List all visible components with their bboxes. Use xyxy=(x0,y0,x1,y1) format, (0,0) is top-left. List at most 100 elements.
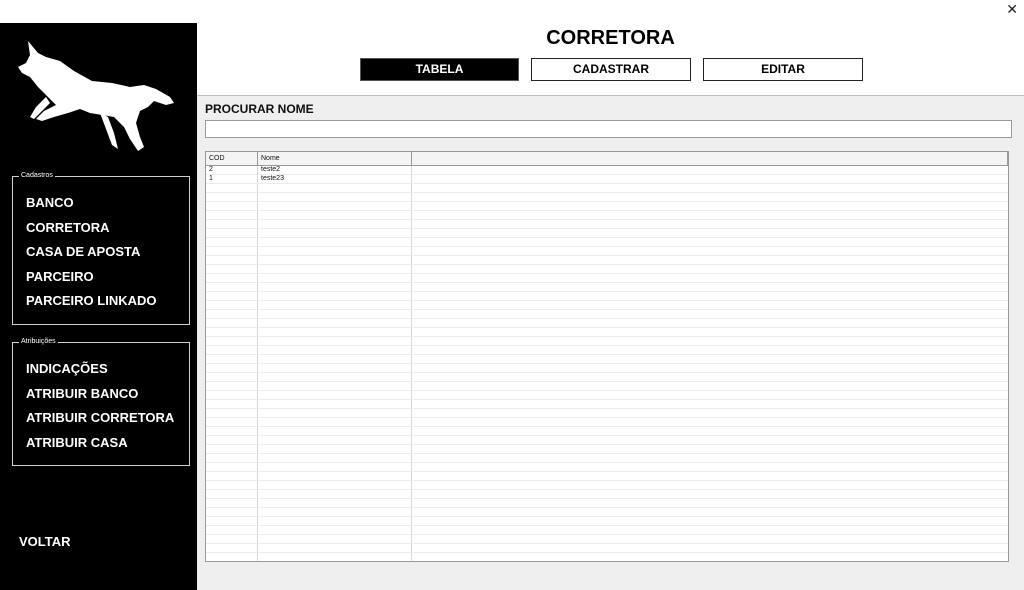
close-icon[interactable]: ✕ xyxy=(1006,2,1018,18)
cell-cod xyxy=(206,328,258,336)
cell-nome: teste2 xyxy=(258,166,412,174)
cell-nome xyxy=(258,508,412,516)
tab-cadastrar[interactable]: CADASTRAR xyxy=(531,58,691,81)
voltar-button[interactable]: VOLTAR xyxy=(19,534,71,549)
cell-filler xyxy=(412,382,1008,390)
cell-filler xyxy=(412,391,1008,399)
grid-body: 2 teste2 1 teste23 xyxy=(206,166,1008,561)
cell-filler xyxy=(412,418,1008,426)
sidebar-item-atribuir-corretora[interactable]: ATRIBUIR CORRETORA xyxy=(26,410,174,425)
cell-cod xyxy=(206,238,258,246)
cell-cod: 1 xyxy=(206,175,258,183)
cell-filler xyxy=(412,229,1008,237)
table-row-empty xyxy=(206,211,1008,220)
cell-nome xyxy=(258,301,412,309)
column-header-cod[interactable]: COD xyxy=(206,152,258,165)
sidebar-item-banco[interactable]: BANCO xyxy=(26,195,74,210)
table-row-empty xyxy=(206,184,1008,193)
cell-nome xyxy=(258,202,412,210)
cell-nome xyxy=(258,481,412,489)
fox-logo-icon xyxy=(18,41,174,151)
cell-filler xyxy=(412,409,1008,417)
table-row-empty xyxy=(206,265,1008,274)
table-row-empty xyxy=(206,373,1008,382)
cadastros-legend: Cadastros xyxy=(19,171,55,181)
cell-filler xyxy=(412,364,1008,372)
table-row-empty xyxy=(206,445,1008,454)
cell-cod xyxy=(206,418,258,426)
cell-nome xyxy=(258,373,412,381)
cell-cod xyxy=(206,202,258,210)
column-header-nome[interactable]: Nome xyxy=(258,152,412,165)
cell-filler xyxy=(412,373,1008,381)
table-row-empty xyxy=(206,400,1008,409)
cell-filler xyxy=(412,292,1008,300)
cell-nome xyxy=(258,382,412,390)
table-row-empty xyxy=(206,238,1008,247)
atribuicoes-legend: Atribuições xyxy=(19,337,58,347)
cell-nome xyxy=(258,328,412,336)
cell-cod xyxy=(206,517,258,525)
cell-nome xyxy=(258,355,412,363)
cell-filler xyxy=(412,310,1008,318)
table-row-empty xyxy=(206,301,1008,310)
cell-cod xyxy=(206,193,258,201)
cell-cod xyxy=(206,292,258,300)
sidebar-item-casa-de-aposta[interactable]: CASA DE APOSTA xyxy=(26,244,140,259)
cell-nome xyxy=(258,238,412,246)
sidebar-item-parceiro-linkado[interactable]: PARCEIRO LINKADO xyxy=(26,293,156,308)
search-label: PROCURAR NOME xyxy=(205,102,314,116)
table-row-empty xyxy=(206,517,1008,526)
table-row-empty xyxy=(206,490,1008,499)
tab-editar[interactable]: EDITAR xyxy=(703,58,863,81)
sidebar: Cadastros BANCO CORRETORA CASA DE APOSTA… xyxy=(0,23,197,590)
sidebar-item-atribuir-banco[interactable]: ATRIBUIR BANCO xyxy=(26,386,138,401)
cell-filler xyxy=(412,544,1008,552)
sidebar-item-atribuir-casa[interactable]: ATRIBUIR CASA xyxy=(26,435,128,450)
cell-nome xyxy=(258,364,412,372)
cell-cod xyxy=(206,526,258,534)
table-row-empty xyxy=(206,256,1008,265)
cell-cod xyxy=(206,355,258,363)
sidebar-item-corretora[interactable]: CORRETORA xyxy=(26,220,110,235)
app-window: ✕ Cadastros BANCO CORRETORA CASA DE APOS… xyxy=(0,0,1024,590)
cell-filler xyxy=(412,220,1008,228)
table-row-empty xyxy=(206,553,1008,561)
table-row-empty xyxy=(206,499,1008,508)
cell-filler xyxy=(412,346,1008,354)
table-row-empty xyxy=(206,508,1008,517)
tab-tabela[interactable]: TABELA xyxy=(360,58,519,81)
table-row-empty xyxy=(206,274,1008,283)
search-input[interactable] xyxy=(205,120,1012,138)
cell-cod xyxy=(206,247,258,255)
data-grid[interactable]: COD Nome 2 teste2 1 teste23 xyxy=(205,151,1009,562)
cell-nome xyxy=(258,193,412,201)
sidebar-item-parceiro[interactable]: PARCEIRO xyxy=(26,269,94,284)
cell-filler xyxy=(412,355,1008,363)
table-row[interactable]: 2 teste2 xyxy=(206,166,1008,175)
table-row-empty xyxy=(206,292,1008,301)
table-row[interactable]: 1 teste23 xyxy=(206,175,1008,184)
table-row-empty xyxy=(206,220,1008,229)
cell-cod xyxy=(206,220,258,228)
cell-cod xyxy=(206,310,258,318)
sidebar-item-indicacoes[interactable]: INDICAÇÕES xyxy=(26,361,108,376)
cell-nome xyxy=(258,265,412,273)
cell-filler xyxy=(412,400,1008,408)
cell-filler xyxy=(412,238,1008,246)
atribuicoes-group: Atribuições INDICAÇÕES ATRIBUIR BANCO AT… xyxy=(12,337,190,466)
cell-filler xyxy=(412,481,1008,489)
cell-nome xyxy=(258,490,412,498)
cell-nome xyxy=(258,544,412,552)
cell-nome xyxy=(258,229,412,237)
cell-filler xyxy=(412,274,1008,282)
cell-nome: teste23 xyxy=(258,175,412,183)
cell-nome xyxy=(258,319,412,327)
cell-filler xyxy=(412,490,1008,498)
table-row-empty xyxy=(206,535,1008,544)
cell-filler xyxy=(412,301,1008,309)
cell-filler xyxy=(412,427,1008,435)
cell-filler xyxy=(412,202,1008,210)
table-row-empty xyxy=(206,355,1008,364)
cell-filler xyxy=(412,436,1008,444)
